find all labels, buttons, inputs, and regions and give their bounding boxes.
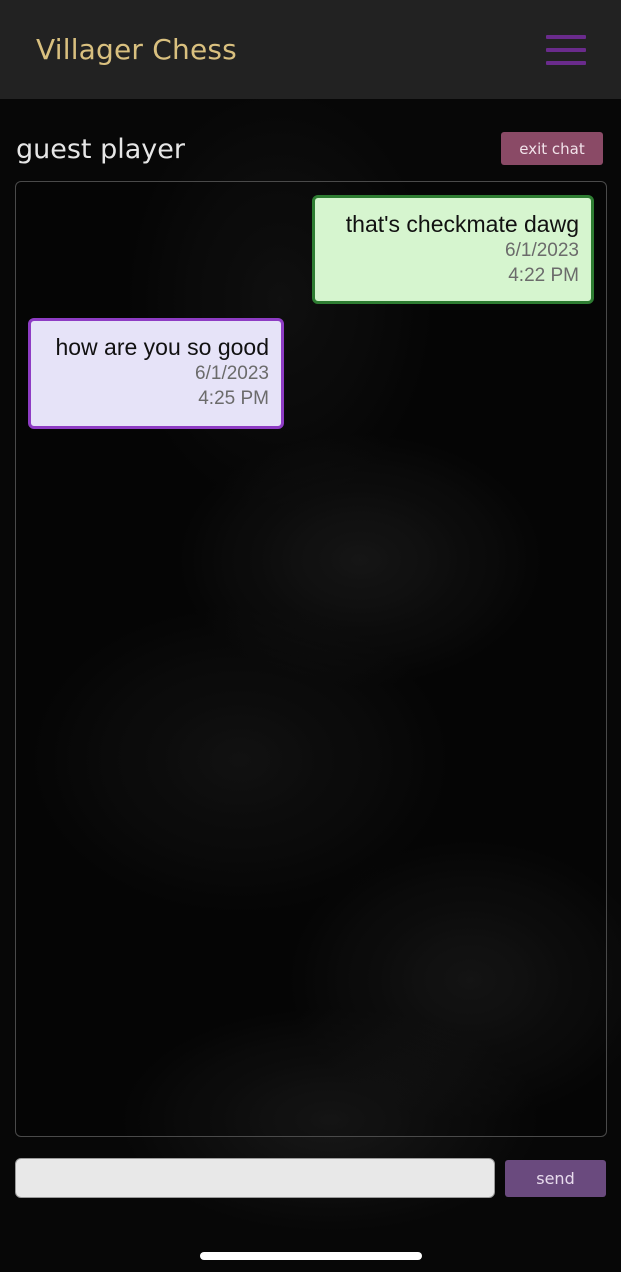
navbar: Villager Chess — [0, 0, 621, 99]
message-time: 4:25 PM — [198, 388, 269, 409]
chat-page: Villager Chess guest player exit chat th… — [0, 0, 621, 1272]
hamburger-menu-icon[interactable] — [546, 34, 586, 67]
message-date: 6/1/2023 — [195, 363, 269, 384]
message-sent: that's checkmate dawg 6/1/2023 4:22 PM — [312, 195, 594, 304]
chat-partner-name: guest player — [16, 134, 185, 165]
exit-chat-button[interactable]: exit chat — [501, 132, 603, 165]
message-received: how are you so good 6/1/2023 4:25 PM — [28, 318, 284, 429]
message-text: how are you so good — [55, 334, 269, 360]
composer: send — [0, 1157, 621, 1201]
menu-bar — [546, 48, 586, 52]
menu-bar — [546, 35, 586, 39]
brand-link[interactable]: Villager Chess — [36, 33, 237, 66]
message-input[interactable] — [15, 1158, 495, 1198]
home-indicator — [200, 1252, 422, 1260]
menu-bar — [546, 61, 586, 65]
message-text: that's checkmate dawg — [345, 211, 579, 237]
message-list[interactable]: that's checkmate dawg 6/1/2023 4:22 PM h… — [15, 181, 607, 1137]
send-button[interactable]: send — [505, 1160, 606, 1197]
message-time: 4:22 PM — [508, 265, 579, 286]
message-date: 6/1/2023 — [505, 240, 579, 261]
